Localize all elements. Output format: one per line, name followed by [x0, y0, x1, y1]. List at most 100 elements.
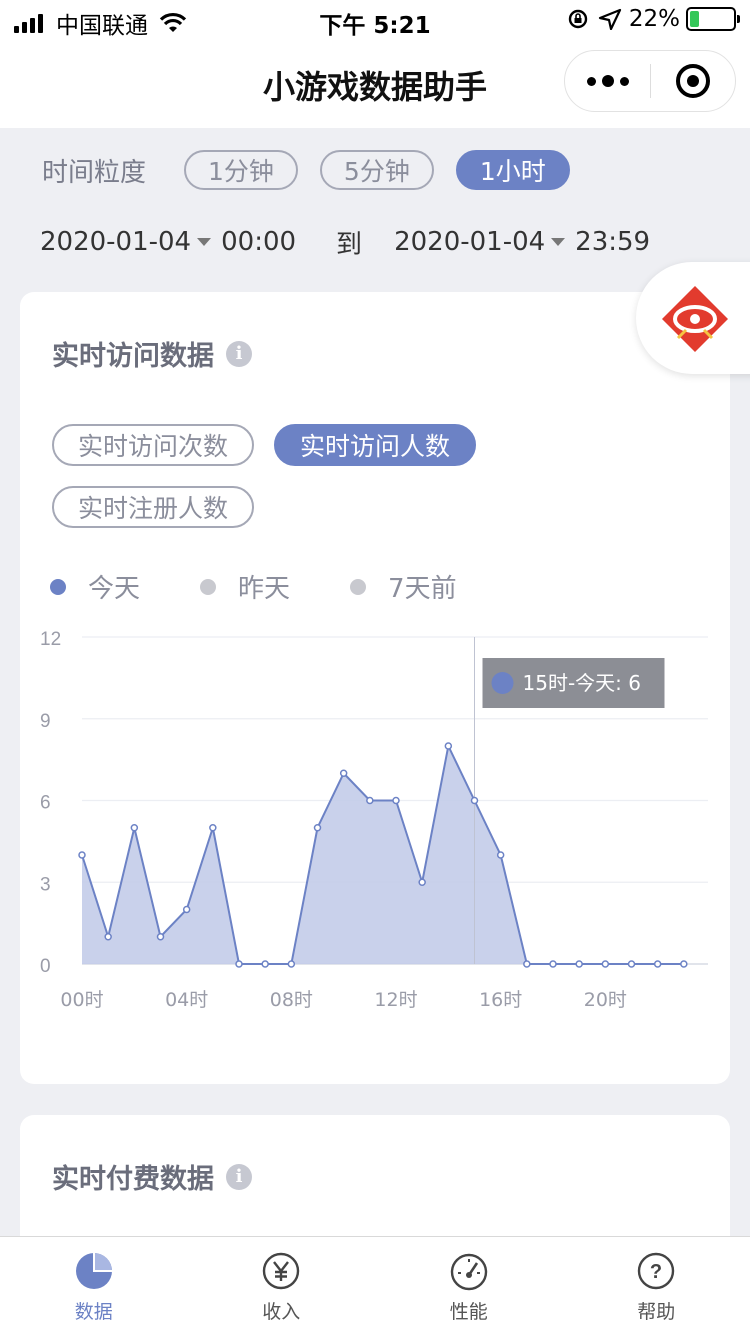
date-range-separator: 到 — [336, 229, 363, 260]
tooltip-dot — [491, 672, 514, 694]
data-point — [235, 960, 243, 968]
tab-data[interactable]: 数据 — [0, 1237, 188, 1334]
data-point — [653, 960, 662, 968]
status-right: 22% — [567, 6, 740, 32]
tab-income[interactable]: 收入 — [188, 1237, 376, 1334]
info-icon[interactable]: i — [226, 340, 252, 367]
series-area-today — [82, 746, 684, 964]
realtime-visit-card: 实时访问数据 i 实时访问次数 实时访问人数 实时注册人数 今天 昨天 7天前 … — [20, 292, 730, 1084]
granularity-option-1hour[interactable]: 1小时 — [455, 150, 570, 190]
legend-dot — [50, 578, 66, 595]
data-point — [156, 933, 165, 941]
pie-chart-icon — [75, 1253, 112, 1289]
x-tick-label: 08时 — [270, 989, 313, 1011]
date-range-row: 2020-01-04 00:00 到 2020-01-04 23:59 — [40, 222, 650, 262]
granularity-option-5min[interactable]: 5分钟 — [319, 150, 434, 190]
legend-item-today[interactable]: 今天 — [50, 568, 140, 605]
game-logo-icon — [662, 286, 728, 352]
granularity-row: 时间粒度 1分钟 5分钟 1小时 — [42, 150, 592, 190]
data-point — [575, 960, 583, 968]
data-point — [313, 824, 322, 832]
y-tick-label: 3 — [40, 874, 51, 895]
tooltip-text: 15时-今天: 6 — [523, 671, 642, 695]
battery-percent: 22% — [628, 6, 680, 32]
start-date: 2020-01-04 — [40, 227, 192, 257]
y-tick-label: 6 — [40, 793, 51, 814]
realtime-pay-title-row: 实时付费数据 i — [52, 1157, 252, 1196]
end-date-caret-icon — [551, 238, 566, 246]
end-time: 23:59 — [575, 227, 651, 257]
gauge-icon — [450, 1253, 487, 1291]
tab-help[interactable]: ? 帮助 — [563, 1237, 750, 1334]
tab-performance[interactable]: 性能 — [375, 1237, 563, 1334]
metric-register-count[interactable]: 实时注册人数 — [52, 486, 255, 528]
y-tick-label: 9 — [40, 711, 51, 732]
help-icon: ? — [638, 1252, 675, 1290]
end-date: 2020-01-04 — [394, 227, 546, 257]
x-tick-label: 20时 — [584, 989, 627, 1011]
legend-dot — [200, 578, 217, 595]
svg-text:?: ? — [650, 1261, 662, 1283]
legend-item-7days-ago[interactable]: 7天前 — [350, 568, 457, 605]
rotation-lock-icon — [568, 9, 588, 29]
more-dots-icon[interactable] — [565, 75, 650, 87]
end-date-picker[interactable]: 2020-01-04 23:59 — [394, 227, 650, 257]
location-arrow-icon — [598, 8, 621, 30]
x-tick-label: 04时 — [165, 989, 208, 1011]
info-icon[interactable]: i — [226, 1163, 252, 1190]
data-point — [523, 960, 531, 968]
y-tick-label: 12 — [40, 629, 61, 650]
data-point — [444, 742, 453, 750]
metric-selector: 实时访问次数 实时访问人数 实时注册人数 — [52, 424, 612, 548]
mini-program-capsule — [564, 50, 736, 112]
realtime-visit-title: 实时访问数据 — [52, 341, 214, 372]
data-point — [601, 960, 610, 968]
floating-game-badge[interactable] — [636, 262, 750, 374]
data-point — [287, 960, 296, 968]
data-point — [78, 851, 86, 859]
legend-dot — [350, 578, 367, 595]
tab-label: 帮助 — [637, 1301, 676, 1323]
close-target-icon[interactable] — [651, 64, 735, 98]
data-point — [470, 796, 479, 805]
nav-bar: 小游戏数据助手 — [0, 44, 750, 128]
x-tick-label: 12时 — [374, 989, 417, 1011]
battery-icon — [686, 7, 740, 31]
legend-label: 昨天 — [238, 574, 291, 604]
chart-legend: 今天 昨天 7天前 — [50, 568, 517, 605]
data-point — [496, 851, 505, 859]
tab-label: 性能 — [449, 1301, 488, 1323]
granularity-option-1min[interactable]: 1分钟 — [184, 150, 298, 190]
start-date-picker[interactable]: 2020-01-04 00:00 — [40, 227, 296, 257]
status-bar: 中国联通 下午 5:21 22% — [0, 0, 750, 44]
data-point — [104, 933, 112, 941]
granularity-label: 时间粒度 — [42, 157, 147, 188]
data-point — [392, 796, 400, 805]
tab-label: 数据 — [74, 1301, 113, 1323]
visit-chart[interactable]: 0 3 6 9 12 00时 04时 08时 12时 16时 20时 15时-今天: 6 — [20, 612, 730, 1032]
data-point — [339, 769, 348, 777]
y-tick-label: 0 — [40, 956, 51, 977]
x-tick-label: 16时 — [479, 989, 522, 1011]
legend-item-yesterday[interactable]: 昨天 — [200, 568, 290, 605]
metric-visit-count[interactable]: 实时访问次数 — [52, 424, 255, 466]
yen-icon — [263, 1252, 300, 1290]
x-tick-label: 00时 — [60, 989, 103, 1011]
battery-level-fill — [690, 11, 700, 27]
tab-label: 收入 — [262, 1301, 301, 1323]
data-point — [182, 905, 191, 914]
tab-bar: 数据 收入 性能 ? 帮助 — [0, 1236, 750, 1334]
data-point — [627, 960, 636, 968]
data-point — [366, 796, 374, 805]
realtime-visit-title-row: 实时访问数据 i — [52, 334, 252, 373]
start-date-caret-icon — [197, 238, 212, 246]
start-time: 00:00 — [221, 227, 297, 257]
realtime-pay-title: 实时付费数据 — [52, 1164, 214, 1195]
data-point — [549, 960, 557, 968]
metric-visitor-count[interactable]: 实时访问人数 — [274, 424, 477, 466]
data-point — [130, 824, 139, 832]
data-point — [680, 960, 688, 968]
legend-label: 今天 — [88, 574, 141, 604]
legend-label: 7天前 — [388, 574, 457, 604]
data-point — [418, 878, 426, 886]
